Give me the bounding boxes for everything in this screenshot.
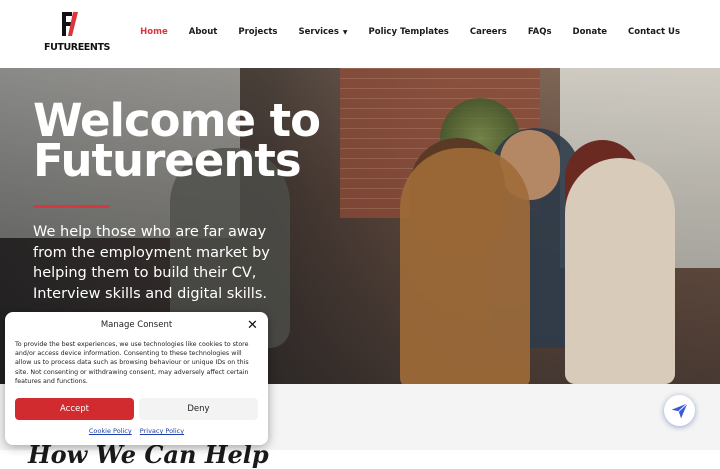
hero-divider	[33, 205, 110, 208]
cookie-policy-link[interactable]: Cookie Policy	[89, 427, 132, 435]
logo[interactable]: FUTUREENTS	[44, 10, 110, 54]
paper-plane-icon	[671, 403, 688, 419]
hero-person-2	[400, 148, 530, 384]
nav-faqs[interactable]: FAQs	[528, 27, 552, 37]
consent-title: Manage Consent	[100, 320, 173, 330]
accept-button[interactable]: Accept	[15, 398, 134, 420]
nav-contact-us[interactable]: Contact Us	[628, 27, 680, 37]
logo-mark	[62, 12, 78, 36]
nav-careers[interactable]: Careers	[470, 27, 507, 37]
hero-text: We help those who are far away from the …	[33, 224, 270, 302]
hero-person-4	[565, 158, 675, 384]
main-nav: Home About Projects Services ▼ Policy Tem…	[119, 27, 680, 37]
nav-about[interactable]: About	[189, 27, 218, 37]
nav-services-label: Services	[298, 27, 339, 37]
hero-title-line2: Futureents	[33, 134, 302, 187]
close-icon[interactable]: ✕	[247, 318, 258, 333]
consent-body: To provide the best experiences, we use …	[15, 341, 249, 385]
logo-text: FUTUREENTS	[44, 42, 110, 53]
deny-button[interactable]: Deny	[139, 398, 258, 420]
consent-links: Cookie Policy Privacy Policy	[5, 427, 268, 435]
consent-dialog: Manage Consent ✕ To provide the best exp…	[5, 312, 268, 445]
nav-projects[interactable]: Projects	[238, 27, 277, 37]
hero-title: Welcome to Futureents	[33, 98, 321, 187]
nav-policy-templates[interactable]: Policy Templates	[369, 27, 449, 37]
privacy-policy-link[interactable]: Privacy Policy	[140, 427, 184, 435]
nav-home[interactable]: Home	[140, 27, 168, 37]
send-fab-button[interactable]	[664, 395, 695, 426]
chevron-down-icon: ▼	[342, 29, 348, 36]
site-header: FUTUREENTS Home About Projects Services ▼…	[0, 0, 720, 68]
nav-donate[interactable]: Donate	[573, 27, 608, 37]
nav-services[interactable]: Services ▼	[298, 27, 347, 37]
